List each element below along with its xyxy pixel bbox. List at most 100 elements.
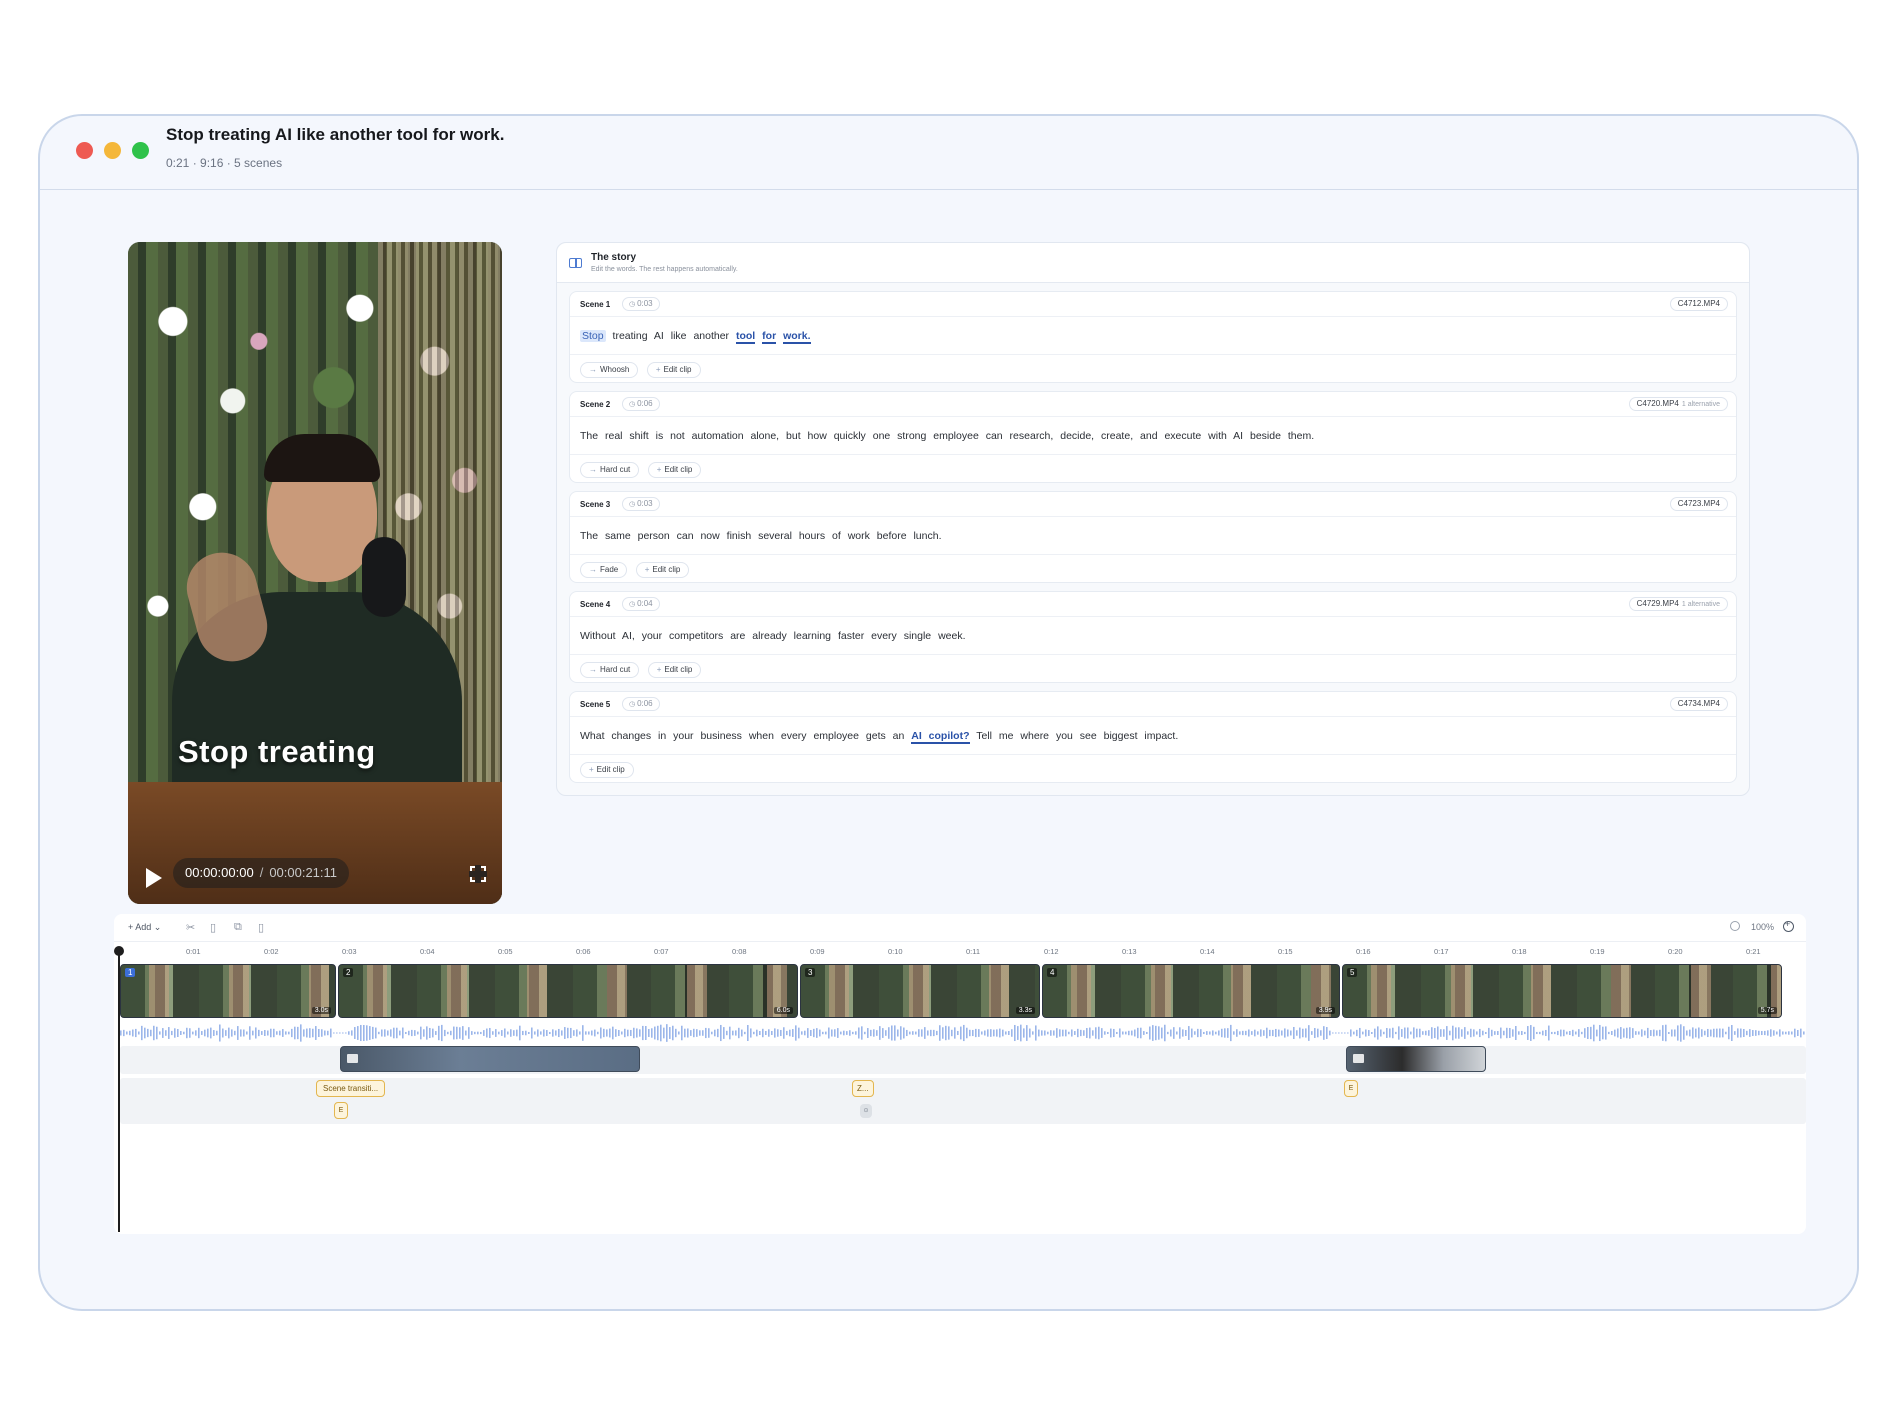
waveform-bar [1149, 1026, 1151, 1040]
waveform-bar [1332, 1032, 1334, 1034]
word-emphasis[interactable]: work. [783, 330, 811, 344]
transition-effect-tag[interactable]: ⊙ [860, 1104, 872, 1118]
trash-icon[interactable]: ▯ [210, 921, 216, 934]
waveform-bar [1647, 1027, 1649, 1039]
waveform-bar [1071, 1029, 1073, 1037]
edit-clip-button[interactable]: + Edit clip [635, 562, 690, 578]
zoom-out-icon[interactable] [1730, 921, 1740, 931]
transition-effect-tag[interactable]: E [334, 1102, 348, 1119]
scene-script[interactable]: Stop treating AI like another tool for w… [580, 330, 811, 344]
transition-button[interactable]: → Hard cut [580, 662, 640, 678]
scene-duration: 0:03 [622, 297, 660, 311]
delete-icon[interactable]: ▯ [258, 921, 264, 934]
waveform-bar [1056, 1028, 1058, 1038]
waveform-bar [423, 1029, 425, 1037]
zoom-in-icon[interactable] [1783, 919, 1794, 932]
waveform-bar [1176, 1031, 1178, 1035]
timeline-clip-1[interactable]: 1 3.0s [120, 964, 336, 1018]
close-window-button[interactable] [76, 142, 93, 159]
waveform-bar [534, 1031, 536, 1035]
scene-script[interactable]: The real shift is not automation alone, … [580, 430, 1314, 442]
waveform-bar [1245, 1030, 1247, 1036]
waveform-bar [927, 1030, 929, 1036]
waveform-bar [216, 1030, 218, 1036]
scene-script[interactable]: Without AI, your competitors are already… [580, 630, 966, 642]
duplicate-icon[interactable]: ⧉ [234, 921, 242, 934]
story-panel: The story Edit the words. The rest happe… [556, 242, 1750, 796]
edit-clip-button[interactable]: + Edit clip [580, 762, 634, 778]
waveform-bar [918, 1029, 920, 1037]
waveform-bar [1152, 1025, 1154, 1041]
scene-clip[interactable]: C4712.MP4 [1669, 297, 1728, 311]
waveform-bar [1737, 1028, 1739, 1038]
edit-clip-button[interactable]: + Edit clip [647, 462, 702, 478]
edit-clip-button[interactable]: + Edit clip [646, 362, 701, 378]
waveform-bar [1299, 1027, 1301, 1039]
waveform-bar [651, 1028, 653, 1038]
add-button[interactable]: + Add ⌄ [128, 922, 161, 933]
waveform-bar [210, 1027, 212, 1039]
waveform-bar [1290, 1030, 1292, 1036]
waveform-bar [375, 1027, 377, 1039]
waveform-bar [903, 1027, 905, 1039]
scene-script[interactable]: What changes in your business when every… [580, 730, 1178, 744]
waveform-bar [1218, 1030, 1220, 1036]
waveform-bar [717, 1028, 719, 1038]
waveform-bar [1062, 1029, 1064, 1037]
video-preview[interactable]: Stop treating 00:00:00:00/00:00:21:11 [128, 242, 502, 904]
timeline-clip-2[interactable]: 2 6.0s [338, 964, 798, 1018]
word-emphasis[interactable]: tool [735, 330, 756, 344]
scene-clip[interactable]: C4720.MP4 1 alternative [1628, 397, 1728, 411]
transition-tag[interactable]: Scene transiti... [316, 1080, 386, 1097]
timeline-clip-4[interactable]: 4 3.9s [1042, 964, 1340, 1018]
audio-waveform[interactable] [120, 1022, 1806, 1044]
word-emphasis[interactable]: AI copilot? [911, 730, 970, 744]
waveform-bar [648, 1029, 650, 1037]
waveform-bar [1731, 1025, 1733, 1041]
scene-clip[interactable]: C4734.MP4 [1669, 697, 1728, 711]
waveform-bar [1596, 1029, 1598, 1037]
scene-clip[interactable]: C4729.MP4 1 alternative [1628, 597, 1728, 611]
waveform-bar [246, 1031, 248, 1035]
timeline-clip-5[interactable]: 5 5.7s [1342, 964, 1782, 1018]
waveform-bar [1515, 1025, 1517, 1041]
scene-script[interactable]: The same person can now finish several h… [580, 530, 942, 542]
edit-clip-button[interactable]: + Edit clip [647, 662, 702, 678]
play-icon[interactable] [146, 868, 162, 888]
waveform-bar [468, 1027, 470, 1039]
playhead[interactable] [114, 946, 124, 1232]
waveform-bar [429, 1027, 431, 1039]
waveform-bar [1383, 1031, 1385, 1035]
word-emphasis[interactable]: for [762, 330, 777, 344]
transition-tag[interactable]: Z... [852, 1080, 874, 1097]
waveform-bar [360, 1024, 362, 1042]
waveform-bar [912, 1031, 914, 1035]
waveform-bar [1794, 1028, 1796, 1038]
waveform-bar [411, 1029, 413, 1037]
waveform-bar [492, 1031, 494, 1035]
scene-clip[interactable]: C4723.MP4 [1669, 497, 1728, 511]
transition-button[interactable]: → Hard cut [580, 462, 640, 478]
transition-tag[interactable]: E [1344, 1080, 1358, 1097]
word-selected[interactable]: Stop [580, 330, 606, 342]
transition-button[interactable]: → Fade [580, 562, 628, 578]
waveform-bar [1236, 1029, 1238, 1037]
minimize-window-button[interactable] [104, 142, 121, 159]
waveform-bar [417, 1031, 419, 1035]
timeline-clip-3[interactable]: 3 3.3s [800, 964, 1040, 1018]
waveform-bar [936, 1030, 938, 1036]
waveform-bar [1215, 1031, 1217, 1035]
timeline-ruler[interactable]: 0 0:01 0:02 0:03 0:04 0:05 0:06 0:07 0:0… [114, 942, 1806, 962]
fullscreen-icon[interactable] [469, 865, 487, 883]
scissors-icon[interactable]: ✂ [186, 921, 195, 934]
waveform-bar [1551, 1031, 1553, 1035]
waveform-bar [1002, 1029, 1004, 1037]
waveform-bar [1146, 1031, 1148, 1035]
broll-clip-2[interactable] [1346, 1046, 1486, 1072]
waveform-bar [183, 1031, 185, 1035]
transition-button[interactable]: → Whoosh [580, 362, 639, 378]
broll-clip-1[interactable] [340, 1046, 640, 1072]
waveform-bar [1662, 1025, 1664, 1041]
maximize-window-button[interactable] [132, 142, 149, 159]
waveform-bar [996, 1029, 998, 1037]
